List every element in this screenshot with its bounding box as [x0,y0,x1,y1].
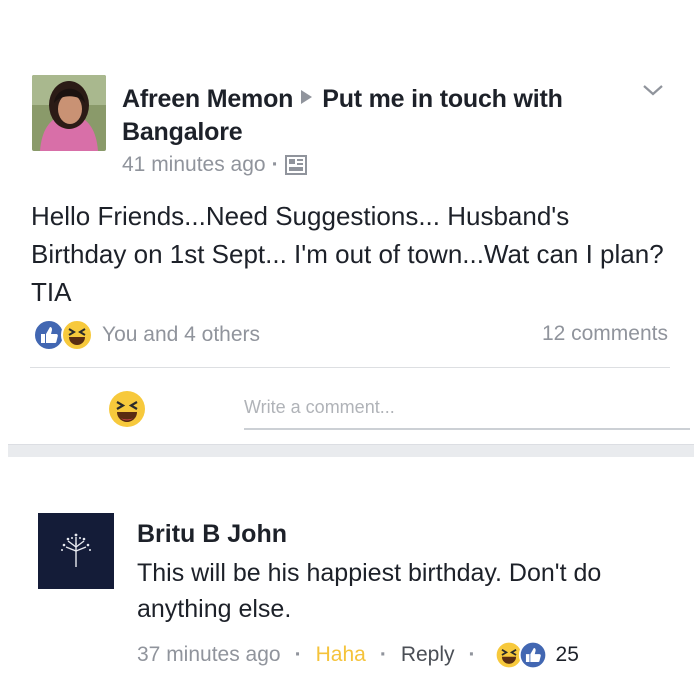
post-header: Afreen Memon Put me in touch with Bangalo… [122,83,632,149]
chevron-down-icon[interactable] [640,80,666,100]
section-separator [8,444,694,457]
reaction-count: 25 [555,643,579,666]
post-timestamp[interactable]: 41 minutes ago [122,153,266,177]
separator-dot: · [468,643,476,666]
reaction-summary[interactable]: You and 4 others [32,318,260,352]
comment-meta: 37 minutes ago · Haha · Reply · 25 [137,640,579,670]
separator-dot: · [379,643,387,666]
comments-count[interactable]: 12 comments [542,322,668,346]
comment-input[interactable]: Write a comment... [244,397,690,430]
image-icon [284,155,307,175]
comment-timestamp[interactable]: 37 minutes ago [137,643,281,667]
arrow-right-icon [301,90,313,104]
reactions-text[interactable]: You and 4 others [102,323,260,347]
post-meta: 41 minutes ago · [122,153,307,177]
separator-dot: · [294,643,302,666]
reaction-icons [494,640,550,670]
commenter-avatar[interactable] [38,513,114,589]
comment-text: This will be his happiest birthday. Don'… [137,559,602,623]
reply-button[interactable]: Reply [401,643,455,667]
author-name[interactable]: Afreen Memon [122,85,293,113]
comment-reactions[interactable]: 25 [494,640,579,670]
haha-emoji-icon[interactable] [108,390,146,428]
haha-emoji-icon [61,319,93,351]
like-icon [518,640,547,670]
separator-dot: · [271,153,279,176]
commenter-name[interactable]: Britu B John [137,520,287,549]
author-avatar[interactable] [32,75,106,151]
haha-reaction-button[interactable]: Haha [316,643,366,667]
divider [30,367,670,368]
post-text: Hello Friends...Need Suggestions... Husb… [31,201,664,307]
reaction-icons [32,318,96,352]
